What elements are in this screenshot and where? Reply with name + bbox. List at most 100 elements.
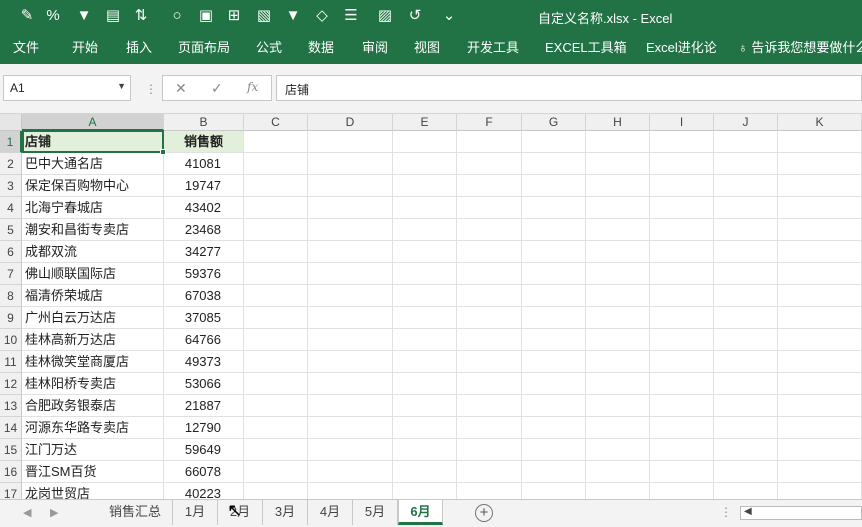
cell-I10[interactable]	[650, 329, 714, 351]
cell-E17[interactable]	[393, 483, 457, 499]
cell-K1[interactable]	[778, 131, 862, 153]
cell-A1[interactable]: 店铺	[22, 131, 164, 153]
cell-D7[interactable]	[308, 263, 393, 285]
cell-I13[interactable]	[650, 395, 714, 417]
cell-F9[interactable]	[457, 307, 522, 329]
cell-G10[interactable]	[522, 329, 586, 351]
cell-D16[interactable]	[308, 461, 393, 483]
col-header-J[interactable]: J	[714, 114, 778, 131]
grid-icon[interactable]: ⊞	[223, 4, 245, 26]
cell-D8[interactable]	[308, 285, 393, 307]
cell-A6[interactable]: 成都双流	[22, 241, 164, 263]
cell-D5[interactable]	[308, 219, 393, 241]
cell-G11[interactable]	[522, 351, 586, 373]
sheet-tab-3[interactable]: 3月	[263, 500, 308, 525]
cell-D2[interactable]	[308, 153, 393, 175]
cell-I17[interactable]	[650, 483, 714, 499]
cell-J5[interactable]	[714, 219, 778, 241]
cell-A11[interactable]: 桂林微笑堂商厦店	[22, 351, 164, 373]
cell-E16[interactable]	[393, 461, 457, 483]
cell-H9[interactable]	[586, 307, 650, 329]
cell-I15[interactable]	[650, 439, 714, 461]
cell-J12[interactable]	[714, 373, 778, 395]
cancel-icon[interactable]: ✕	[175, 80, 187, 97]
cell-F15[interactable]	[457, 439, 522, 461]
cell-D14[interactable]	[308, 417, 393, 439]
cell-G1[interactable]	[522, 131, 586, 153]
cell-G6[interactable]	[522, 241, 586, 263]
tab-developer[interactable]: 开发工具	[467, 37, 519, 59]
cell-C1[interactable]	[244, 131, 308, 153]
row-header-17[interactable]: 17	[0, 483, 22, 499]
tell-me-search[interactable]: ♁ 告诉我您想要做什么	[738, 37, 862, 59]
cell-D13[interactable]	[308, 395, 393, 417]
chart-icon[interactable]: ▣	[195, 4, 217, 26]
select-all-corner[interactable]	[0, 114, 22, 131]
cell-F5[interactable]	[457, 219, 522, 241]
cell-B13[interactable]: 21887	[164, 395, 244, 417]
cell-D1[interactable]	[308, 131, 393, 153]
sheet-tab-0[interactable]: 销售汇总	[98, 500, 173, 525]
cell-C13[interactable]	[244, 395, 308, 417]
splitter-icon[interactable]: ⋮	[720, 505, 732, 519]
formula-input[interactable]: 店铺	[276, 75, 862, 101]
confirm-icon[interactable]: ✓	[211, 80, 223, 97]
col-header-H[interactable]: H	[586, 114, 650, 131]
horizontal-scrollbar[interactable]: ◀	[740, 506, 862, 520]
cell-A16[interactable]: 晋江SM百货	[22, 461, 164, 483]
cell-J17[interactable]	[714, 483, 778, 499]
cell-E5[interactable]	[393, 219, 457, 241]
cell-I11[interactable]	[650, 351, 714, 373]
cell-H10[interactable]	[586, 329, 650, 351]
cell-I6[interactable]	[650, 241, 714, 263]
cell-A4[interactable]: 北海宁春城店	[22, 197, 164, 219]
cell-A15[interactable]: 江门万达	[22, 439, 164, 461]
cell-K12[interactable]	[778, 373, 862, 395]
row-header-3[interactable]: 3	[0, 175, 22, 197]
tab-home[interactable]: 开始	[72, 37, 98, 59]
cell-A12[interactable]: 桂林阳桥专卖店	[22, 373, 164, 395]
percent-icon[interactable]: %	[42, 4, 64, 26]
cell-G13[interactable]	[522, 395, 586, 417]
cell-G15[interactable]	[522, 439, 586, 461]
col-header-G[interactable]: G	[522, 114, 586, 131]
cell-F16[interactable]	[457, 461, 522, 483]
cell-D15[interactable]	[308, 439, 393, 461]
cell-J4[interactable]	[714, 197, 778, 219]
cell-H11[interactable]	[586, 351, 650, 373]
cell-I5[interactable]	[650, 219, 714, 241]
cell-E1[interactable]	[393, 131, 457, 153]
row-header-10[interactable]: 10	[0, 329, 22, 351]
tab-data[interactable]: 数据	[308, 37, 334, 59]
cell-K3[interactable]	[778, 175, 862, 197]
row-header-11[interactable]: 11	[0, 351, 22, 373]
col-header-B[interactable]: B	[164, 114, 244, 131]
cell-C6[interactable]	[244, 241, 308, 263]
cell-F1[interactable]	[457, 131, 522, 153]
cell-H16[interactable]	[586, 461, 650, 483]
cell-E12[interactable]	[393, 373, 457, 395]
cell-A8[interactable]: 福清侨荣城店	[22, 285, 164, 307]
cell-A13[interactable]: 合肥政务银泰店	[22, 395, 164, 417]
cell-B16[interactable]: 66078	[164, 461, 244, 483]
cell-B1[interactable]: 销售额	[164, 131, 244, 153]
cell-J2[interactable]	[714, 153, 778, 175]
tab-formulas[interactable]: 公式	[256, 37, 282, 59]
sheet-tab-1[interactable]: 1月	[173, 500, 218, 525]
cell-J9[interactable]	[714, 307, 778, 329]
cell-G3[interactable]	[522, 175, 586, 197]
tab-view[interactable]: 视图	[414, 37, 440, 59]
scroll-left-icon[interactable]: ◀	[744, 506, 752, 517]
cell-B11[interactable]: 49373	[164, 351, 244, 373]
cell-J7[interactable]	[714, 263, 778, 285]
cell-K17[interactable]	[778, 483, 862, 499]
row-header-1[interactable]: 1	[0, 131, 22, 153]
col-header-A[interactable]: A	[22, 114, 164, 131]
cell-H15[interactable]	[586, 439, 650, 461]
cell-C14[interactable]	[244, 417, 308, 439]
tab-file[interactable]: 文件	[13, 37, 39, 59]
cell-H2[interactable]	[586, 153, 650, 175]
cell-J3[interactable]	[714, 175, 778, 197]
cell-D4[interactable]	[308, 197, 393, 219]
cell-E15[interactable]	[393, 439, 457, 461]
